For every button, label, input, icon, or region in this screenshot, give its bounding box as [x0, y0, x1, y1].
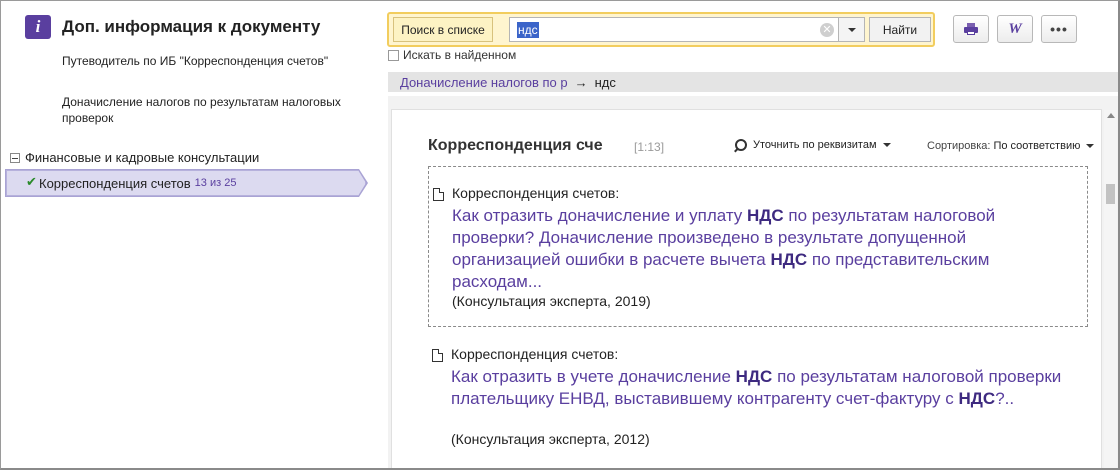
- more-button[interactable]: •••: [1041, 15, 1077, 43]
- search-query[interactable]: ндс: [517, 21, 539, 38]
- tree-item-correspondence[interactable]: Корреспонденция счетов 13 из 25: [6, 170, 366, 196]
- document-icon: [432, 349, 443, 362]
- word-icon: W: [1008, 20, 1022, 37]
- left-panel: i Доп. информация к документу Путеводите…: [0, 0, 386, 470]
- check-icon: ✔: [26, 174, 37, 189]
- more-icon: •••: [1050, 21, 1068, 37]
- scroll-thumb[interactable]: [1106, 184, 1115, 204]
- search-in-found[interactable]: Искать в найденном: [388, 48, 516, 62]
- result-text: Как отразить доначисление и уплату: [452, 206, 748, 225]
- list-item[interactable]: Корреспонденция счетов: Как отразить в у…: [428, 338, 1088, 458]
- list-range: [1:13]: [634, 140, 665, 154]
- sort-label: Сортировка:: [927, 140, 991, 152]
- result-text: Как отразить в учете доначисление: [451, 367, 736, 386]
- collapse-icon[interactable]: [10, 152, 20, 163]
- result-highlight: НДС: [770, 250, 808, 269]
- result-meta: (Консультация эксперта, 2019): [452, 293, 651, 309]
- result-highlight: НДС: [958, 389, 996, 408]
- refine-button[interactable]: Уточнить по реквизитам: [735, 139, 891, 151]
- search-input[interactable]: ндс ✕: [509, 17, 839, 42]
- tree-item-count: 13 из 25: [194, 177, 237, 189]
- result-source: Корреспонденция счетов:: [451, 346, 619, 362]
- list-item[interactable]: Корреспонденция счетов: Как отразить дон…: [428, 166, 1088, 327]
- search-history-dropdown[interactable]: [839, 17, 865, 42]
- search-bar: Поиск в списке ндс ✕ Найти: [387, 12, 935, 47]
- result-highlight: НДС: [735, 367, 773, 386]
- result-source: Корреспонденция счетов:: [452, 185, 620, 201]
- search-scope-button[interactable]: Поиск в списке: [393, 17, 493, 42]
- clear-icon[interactable]: ✕: [820, 23, 834, 37]
- search-in-found-label: Искать в найденном: [403, 48, 517, 62]
- refine-label: Уточнить по реквизитам: [753, 139, 877, 151]
- result-text: ?..: [995, 389, 1015, 408]
- result-meta: (Консультация эксперта, 2012): [451, 431, 650, 447]
- print-button[interactable]: [953, 15, 989, 43]
- breadcrumb-arrow: →: [574, 74, 588, 90]
- panel-title: Доп. информация к документу: [62, 17, 321, 36]
- printer-icon: [964, 23, 978, 35]
- scroll-up-icon[interactable]: [1107, 113, 1115, 118]
- breadcrumb-current: ндс: [594, 74, 616, 90]
- search-icon: [735, 139, 747, 151]
- word-export-button[interactable]: W: [997, 15, 1033, 43]
- panel-header: i Доп. информация к документу: [25, 15, 320, 39]
- scrollbar[interactable]: [1104, 110, 1117, 470]
- result-link[interactable]: Как отразить доначисление и уплату НДС п…: [452, 205, 1072, 293]
- find-button[interactable]: Найти: [869, 17, 931, 42]
- document-icon: [433, 188, 444, 201]
- result-link[interactable]: Как отразить в учете доначисление НДС по…: [451, 366, 1086, 410]
- tree-group[interactable]: Финансовые и кадровые консультации: [10, 150, 259, 165]
- sort-control[interactable]: Сортировка: По соответствию: [927, 140, 1095, 152]
- chevron-down-icon: [1086, 144, 1095, 148]
- result-highlight: НДС: [747, 206, 784, 225]
- link-guide[interactable]: Путеводитель по ИБ "Корреспонденция счет…: [62, 53, 328, 69]
- chevron-down-icon: [882, 143, 891, 147]
- breadcrumb-link[interactable]: Доначисление налогов по р: [400, 75, 568, 90]
- search-in-found-checkbox[interactable]: [388, 49, 399, 61]
- link-tax-audit[interactable]: Доначисление налогов по результатам нало…: [62, 94, 372, 126]
- tree-group-label: Финансовые и кадровые консультации: [25, 150, 260, 165]
- info-icon: i: [25, 15, 51, 39]
- list-title: Корреспонденция сче: [428, 137, 603, 154]
- sort-value[interactable]: По соответствию: [993, 140, 1080, 152]
- breadcrumb: Доначисление налогов по р → ндс: [388, 72, 1118, 92]
- tree-item-label: Корреспонденция счетов: [39, 175, 191, 191]
